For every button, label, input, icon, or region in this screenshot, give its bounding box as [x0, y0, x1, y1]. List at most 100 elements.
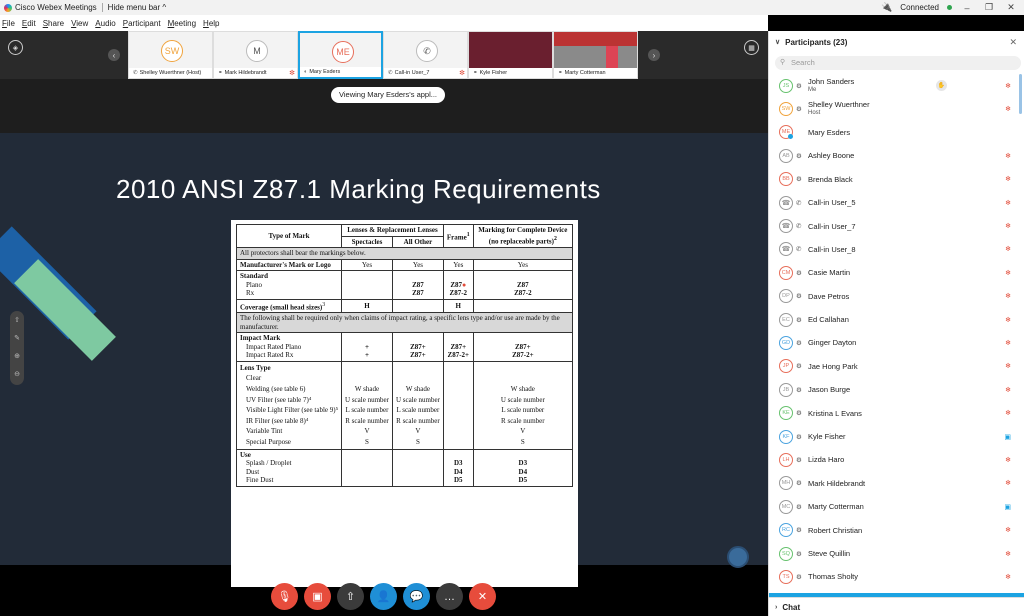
participant-row[interactable]: EC ⚙ Ed Callahan ❄	[769, 308, 1024, 331]
scrollbar[interactable]	[1019, 74, 1022, 114]
muted-icon[interactable]: ❄	[1005, 269, 1011, 277]
muted-icon[interactable]: ❄	[1005, 550, 1011, 558]
participant-row[interactable]: LH ⚙ Lizda Haro ❄	[769, 448, 1024, 471]
participant-row[interactable]: SQ ⚙ Steve Quillin ❄	[769, 542, 1024, 565]
phone-avatar-icon: ☎	[779, 242, 793, 257]
chevron-down-icon[interactable]: ∨	[775, 38, 780, 46]
zoom-out-icon[interactable]: ⊖	[10, 365, 24, 383]
menu-item-edit[interactable]: Edit	[22, 19, 36, 28]
grid-view-icon[interactable]: ▦	[744, 40, 759, 55]
muted-icon[interactable]: ❄	[1005, 409, 1011, 417]
chat-bubble-icon[interactable]	[727, 546, 749, 568]
restore-button[interactable]: ❐	[982, 2, 996, 13]
video-thumb-mark[interactable]: M ⚭ Mark Hildebrandt ✼	[213, 31, 298, 79]
participant-row[interactable]: CM ⚙ Casie Martin ❄	[769, 261, 1024, 284]
participant-row[interactable]: JB ⚙ Jason Burge ❄	[769, 378, 1024, 401]
headset-icon: ⚙	[796, 386, 802, 394]
menu-item-help[interactable]: Help	[203, 19, 219, 28]
thumb-label: ✆ Call-in User_7	[384, 68, 467, 78]
muted-icon[interactable]: ❄	[1005, 526, 1011, 534]
zoom-in-icon[interactable]: ⊕	[10, 347, 24, 365]
annotate-tool-icon[interactable]: ✎	[10, 329, 24, 347]
headset-icon: ⚙	[796, 269, 802, 277]
end-meeting-button[interactable]: ✕	[469, 583, 496, 610]
strip-next-button[interactable]: ›	[648, 49, 660, 61]
chat-button[interactable]: 💬	[403, 583, 430, 610]
muted-icon[interactable]: ❄	[1005, 105, 1011, 113]
layout-icon[interactable]: ◈	[8, 40, 23, 55]
muted-icon[interactable]: ❄	[1005, 316, 1011, 324]
participant-row[interactable]: TS ⚙ Thomas Sholty ❄	[769, 565, 1024, 588]
marking-table: Type of Mark Lenses & Replacement Lenses…	[235, 224, 574, 487]
mute-button[interactable]: 🎙	[271, 583, 298, 610]
participant-row[interactable]: SW ⚙ Shelley Wuerthner Host ❄	[769, 97, 1024, 120]
table-row: Use Splash / Droplet Dust Fine Dust D3 D4 D5 …	[235, 448, 574, 487]
video-thumb-marty[interactable]: ⚭ Marty Cotterman	[553, 31, 638, 79]
video-thumb-kyle[interactable]: ⚭ Kyle Fisher	[468, 31, 553, 79]
participant-row[interactable]: BB ⚙ Brenda Black ❄	[769, 168, 1024, 191]
muted-icon[interactable]: ❄	[1005, 362, 1011, 370]
participant-row[interactable]: ☎ ✆ Call-in User_7 ❄	[769, 214, 1024, 237]
menu-item-participant[interactable]: Participant	[123, 19, 161, 28]
participant-name: Mary Esders	[808, 127, 851, 137]
muted-icon[interactable]: ❄	[1005, 456, 1011, 464]
webex-logo-icon	[4, 3, 12, 12]
muted-icon[interactable]: ❄	[1005, 339, 1011, 347]
muted-icon[interactable]: ❄	[1005, 245, 1011, 253]
video-thumb-callin7[interactable]: ✆ ✆ Call-in User_7 ✼	[383, 31, 468, 79]
participant-row[interactable]: ☎ ✆ Call-in User_8 ❄	[769, 238, 1024, 261]
menu-item-share[interactable]: Share	[43, 19, 64, 28]
muted-icon[interactable]: ❄	[1005, 292, 1011, 300]
share-button[interactable]: ⇧	[337, 583, 364, 610]
menu-item-audio[interactable]: Audio	[95, 19, 115, 28]
muted-icon[interactable]: ❄	[1005, 82, 1011, 90]
muted-icon[interactable]: ❄	[1005, 175, 1011, 183]
table-row: Coverage (small head sizes)3 H H	[235, 298, 574, 314]
minimize-button[interactable]: –	[960, 3, 974, 13]
participant-row[interactable]: AB ⚙ Ashley Boone ❄	[769, 144, 1024, 167]
muted-icon[interactable]: ❄	[1005, 222, 1011, 230]
muted-icon[interactable]: ❄	[1005, 479, 1011, 487]
phone-avatar-icon: ☎	[779, 195, 793, 210]
avatar: RC	[779, 523, 793, 538]
raise-hand-icon[interactable]: ✋	[936, 80, 947, 92]
avatar: GD	[779, 335, 793, 350]
participant-row[interactable]: KF ⚙ Kyle Fisher ▣	[769, 425, 1024, 448]
participant-row[interactable]: MC ⚙ Marty Cotterman ▣	[769, 495, 1024, 518]
participants-panel: ∨ Participants (23) ✕ ⚲ Search JS ⚙ John S…	[768, 31, 1024, 616]
menu-item-meeting[interactable]: Meeting	[168, 19, 196, 28]
video-thumb-mary[interactable]: ME ◐ Mary Esders	[298, 31, 383, 79]
menu-item-view[interactable]: View	[71, 19, 88, 28]
participant-search-input[interactable]: ⚲ Search	[775, 56, 1021, 70]
muted-icon[interactable]: ❄	[1005, 386, 1011, 394]
participants-button[interactable]: 👤	[370, 583, 397, 610]
participant-row[interactable]: KE ⚙ Kristina L Evans ❄	[769, 401, 1024, 424]
chat-section-header[interactable]: › Chat	[769, 597, 1024, 616]
video-thumb-shelley[interactable]: SW ✆ Shelley Wuerthner (Host)	[128, 31, 213, 79]
participant-row[interactable]: RC ⚙ Robert Christian ❄	[769, 518, 1024, 541]
avatar: MC	[779, 499, 793, 514]
participant-row[interactable]: DP ⚙ Dave Petros ❄	[769, 285, 1024, 308]
muted-icon[interactable]: ❄	[1005, 152, 1011, 160]
strip-prev-button[interactable]: ‹	[108, 49, 120, 61]
pointer-tool-icon[interactable]: ⇧	[10, 311, 24, 329]
headset-icon: ⚙	[796, 106, 802, 114]
muted-icon[interactable]: ❄	[1005, 573, 1011, 581]
stop-video-button[interactable]: ▣	[304, 583, 331, 610]
participant-row[interactable]: JS ⚙ John Sanders Me ❄ ✋	[769, 74, 1024, 97]
participant-row[interactable]: MH ⚙ Mark Hildebrandt ❄	[769, 472, 1024, 495]
close-panel-icon[interactable]: ✕	[1009, 37, 1017, 48]
participant-name: Marty Cotterman	[808, 502, 864, 512]
close-window-button[interactable]: ✕	[1004, 2, 1018, 13]
muted-icon[interactable]: ❄	[1005, 199, 1011, 207]
participant-row[interactable]: JP ⚙ Jae Hong Park ❄	[769, 355, 1024, 378]
participant-row[interactable]: ME Mary Esders	[769, 121, 1024, 144]
participant-row[interactable]: ☎ ✆ Call-in User_5 ❄	[769, 191, 1024, 214]
chevron-right-icon[interactable]: ›	[775, 604, 777, 611]
headset-icon: ⚙	[796, 527, 802, 535]
menu-item-file[interactable]: File	[2, 19, 15, 28]
more-options-button[interactable]: …	[436, 583, 463, 610]
hide-menu-bar-button[interactable]: Hide menu bar ^	[108, 3, 166, 12]
participants-header[interactable]: ∨ Participants (23) ✕	[769, 31, 1024, 53]
participant-row[interactable]: GD ⚙ Ginger Dayton ❄	[769, 331, 1024, 354]
